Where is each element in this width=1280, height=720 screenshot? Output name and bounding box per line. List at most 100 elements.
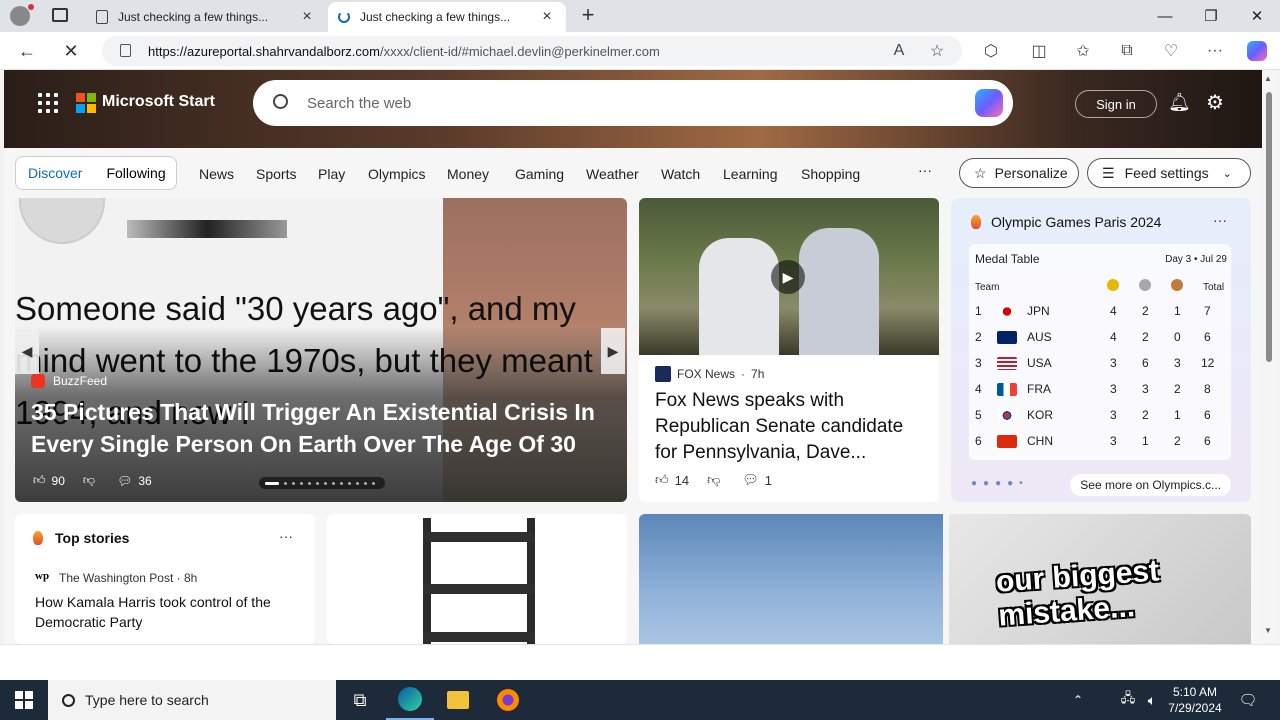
new-tab-button[interactable]: + [576,4,600,28]
comment-icon[interactable]: 💬︎ [117,474,132,488]
search-box[interactable]: Search the web [253,80,1013,126]
carousel-prev-button[interactable]: ◀ [15,328,39,374]
medal-row[interactable]: 4 FRA 3 3 2 8 [969,376,1231,402]
article-source[interactable]: BuzzFeed [31,374,107,388]
article-title[interactable]: How Kamala Harris took control of the De… [35,592,295,632]
top-stories-card[interactable]: Top stories ··· wp The Washington Post ·… [15,514,315,644]
nav-weather[interactable]: Weather [586,166,639,182]
like-count: 14 [674,472,690,488]
read-aloud-icon[interactable]: A [884,36,914,66]
article-title[interactable]: 35 Pictures That Will Trigger An Existen… [31,396,601,460]
nav-money[interactable]: Money [447,166,489,182]
scroll-down-icon[interactable]: ▼ [1264,626,1272,635]
dislike-icon[interactable]: 👎︎ [83,473,95,488]
taskbar-search[interactable]: Type here to search [48,680,336,720]
tab-2[interactable]: Just checking a few things... × [328,2,566,32]
medal-row[interactable]: 5 KOR 3 2 1 6 [969,402,1231,428]
tab-following[interactable]: Following [94,165,177,181]
feed-settings-button[interactable]: ☰ Feed settings ⌄ [1087,158,1251,188]
network-icon[interactable]: 🖧︎ [1116,680,1140,720]
nav-olympics[interactable]: Olympics [368,166,426,182]
medal-table[interactable]: Medal Table Day 3 • Jul 29 Team Total 1 … [969,244,1231,460]
play-icon[interactable]: ▶ [771,260,805,294]
featured-carousel[interactable]: Someone said "30 years ago", and my mind… [15,198,627,502]
show-hidden-icons[interactable]: ⌃ [1066,680,1090,720]
sign-in-button[interactable]: Sign in [1075,90,1157,118]
url-field[interactable]: https://azureportal.shahrvandalborz.com /… [102,36,962,66]
news-card[interactable]: ▶ FOX News · 7h Fox News speaks with Rep… [639,198,939,502]
extensions-icon[interactable]: ⬡ [976,36,1006,66]
split-screen-icon[interactable]: ◫ [1024,36,1054,66]
medal-row[interactable]: 1 JPN 4 2 1 7 [969,298,1231,324]
notifications-bell-icon[interactable]: 🔔︎ [1168,92,1191,112]
task-view-icon[interactable]: ⧉ [336,680,384,720]
clock[interactable]: 5:10 AM 7/29/2024 [1160,684,1230,716]
nav-more-icon[interactable]: ··· [918,162,932,178]
tab-discover[interactable]: Discover [16,165,94,181]
file-explorer-icon[interactable] [434,680,482,720]
article-title[interactable]: Fox News speaks with Republican Senate c… [655,388,925,466]
favorites-icon[interactable]: ✩ [1068,36,1098,66]
olympics-widget[interactable]: Olympic Games Paris 2024 ··· Medal Table… [951,198,1251,502]
close-tab-icon[interactable]: × [298,8,316,26]
star-icon: ☆ [974,164,987,181]
see-more-link[interactable]: See more on Olympics.c... [1070,474,1231,496]
carousel-pagination[interactable] [259,477,385,489]
nav-gaming[interactable]: Gaming [515,166,564,182]
close-window-icon[interactable]: ✕ [1234,0,1280,32]
microsoft-logo[interactable] [76,93,96,113]
scrollbar-thumb[interactable] [1266,92,1272,362]
medal-row[interactable]: 3 USA 3 6 3 12 [969,350,1231,376]
scroll-up-icon[interactable]: ▲ [1264,74,1272,83]
product-card[interactable] [327,514,627,644]
settings-gear-icon[interactable]: ⚙ [1206,90,1228,114]
notifications-icon[interactable]: 🗨︎ [1236,680,1260,720]
article-source[interactable]: FOX News · 7h [655,366,764,382]
more-options-icon[interactable]: ··· [279,528,293,544]
personalize-button[interactable]: ☆ Personalize [959,158,1079,188]
image-card[interactable] [639,514,943,644]
nav-learning[interactable]: Learning [723,166,778,182]
favorite-star-icon[interactable]: ☆ [922,36,952,66]
carousel-next-button[interactable]: ▶ [601,328,625,374]
medal-row[interactable]: 2 AUS 4 2 0 6 [969,324,1231,350]
tab-actions-icon[interactable] [52,8,68,22]
nav-play[interactable]: Play [318,166,345,182]
start-button[interactable] [0,680,48,720]
lock-icon[interactable] [120,44,131,57]
nav-watch[interactable]: Watch [661,166,700,182]
browser-essentials-icon[interactable]: ♡ [1156,36,1186,66]
medal-row[interactable]: 6 CHN 3 1 2 6 [969,428,1231,454]
more-options-icon[interactable]: ··· [1213,212,1227,228]
dislike-icon[interactable]: 👎︎ [707,472,720,488]
pagination-dots[interactable]: ●●●●• [971,478,1029,489]
edge-icon[interactable] [386,680,434,720]
stop-loading-icon[interactable]: ✕ [56,36,86,66]
video-card[interactable]: our biggest mistake... [949,514,1251,644]
profile-icon[interactable] [10,6,30,26]
close-tab-icon[interactable]: × [538,8,556,26]
like-icon[interactable]: 👍︎ [33,473,46,488]
nav-sports[interactable]: Sports [256,166,296,182]
back-icon[interactable]: ← [12,36,42,66]
restore-icon[interactable]: ❐ [1188,0,1234,32]
page-scrollbar[interactable]: ▲ ▼ [1262,70,1276,644]
brand-name[interactable]: Microsoft Start [102,93,215,111]
nav-shopping[interactable]: Shopping [801,166,860,182]
article-source[interactable]: The Washington Post · 8h [59,571,197,585]
firefox-icon[interactable] [484,680,532,720]
like-icon[interactable]: 👍︎ [655,472,669,488]
minimize-icon[interactable]: — [1142,0,1188,32]
widget-title[interactable]: Olympic Games Paris 2024 [991,214,1161,230]
app-launcher-icon[interactable] [38,93,58,113]
more-menu-icon[interactable]: ··· [1200,36,1230,66]
comment-icon[interactable]: 💬︎ [742,472,759,488]
silver: 6 [1142,356,1149,370]
tab-1[interactable]: Just checking a few things... × [86,2,326,32]
copilot-search-icon[interactable] [975,89,1003,117]
collections-icon[interactable]: ⧉ [1112,36,1142,66]
copilot-icon[interactable] [1242,36,1272,66]
section-title[interactable]: Top stories [55,530,129,546]
video-thumbnail[interactable]: ▶ [639,198,939,355]
nav-news[interactable]: News [199,166,234,182]
